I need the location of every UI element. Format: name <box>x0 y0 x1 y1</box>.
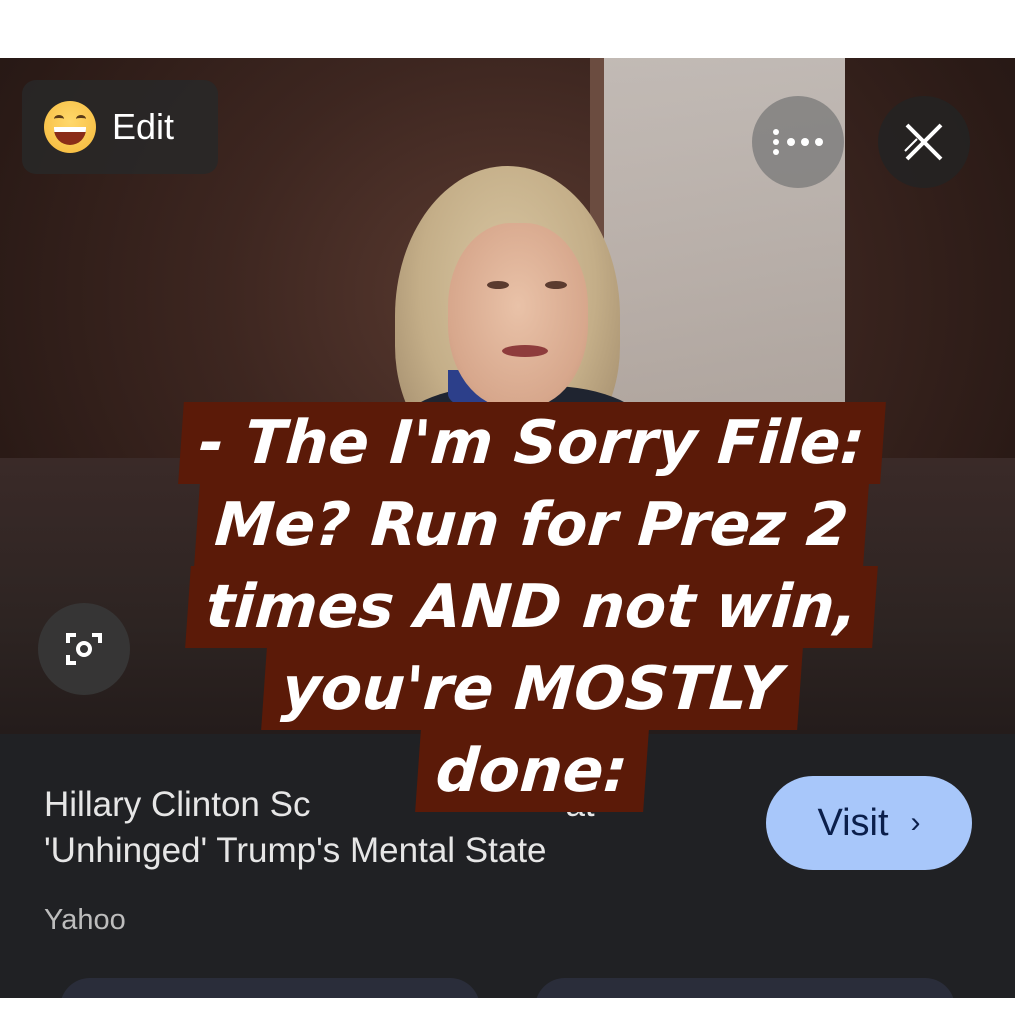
overlay-line-4: you're MOSTLY <box>261 648 803 730</box>
related-card[interactable] <box>535 978 955 998</box>
edit-label: Edit <box>112 106 175 147</box>
close-button[interactable] <box>878 96 970 188</box>
overlay-line-2: Me? Run for Prez 2 <box>194 484 870 566</box>
edit-button[interactable]: Edit <box>22 80 218 174</box>
overlay-line-3: times AND not win, <box>185 566 879 648</box>
close-icon <box>904 123 943 161</box>
more-options-button[interactable] <box>752 96 844 188</box>
person-face <box>448 223 588 408</box>
related-card[interactable] <box>60 978 480 998</box>
meme-text-overlay: - The I'm Sorry File: Me? Run for Prez 2… <box>82 402 982 862</box>
overlay-line-1: - The I'm Sorry File: <box>178 402 886 484</box>
grinning-face-icon <box>44 101 96 153</box>
result-source: Yahoo <box>44 904 126 936</box>
overlay-line-5: done: <box>415 730 649 812</box>
more-options-icon <box>773 129 779 155</box>
